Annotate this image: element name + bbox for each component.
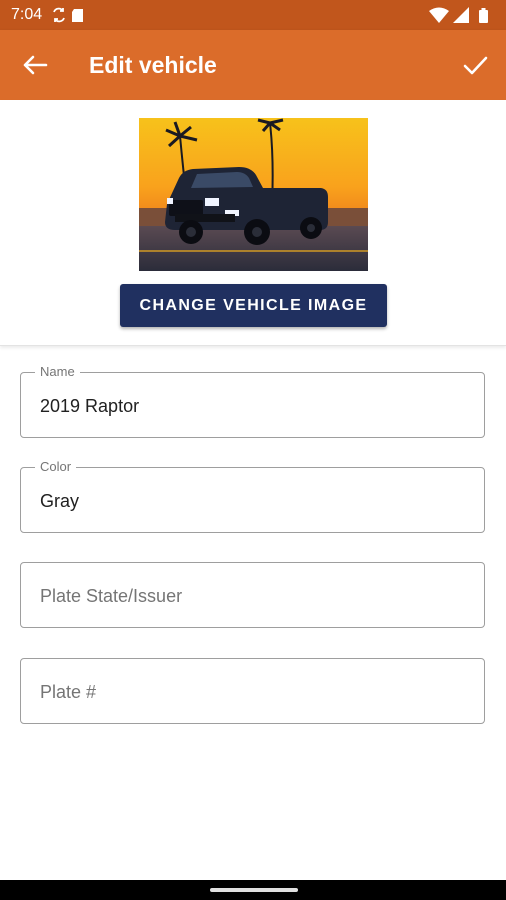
battery-icon <box>479 8 488 23</box>
navigation-bar <box>0 880 506 900</box>
app-bar: Edit vehicle <box>0 30 506 100</box>
home-indicator[interactable] <box>210 888 298 892</box>
sync-icon <box>53 7 65 23</box>
status-time: 7:04 <box>11 6 43 23</box>
plate-state-placeholder: Plate State/Issuer <box>40 586 183 606</box>
name-field-value: 2019 Raptor <box>40 396 140 416</box>
color-field-value: Gray <box>40 491 80 511</box>
status-right-icons <box>428 7 496 29</box>
edit-vehicle-screen: 7:04 Edit vehicle CHANGE VEHICLE IMAGE N… <box>0 0 506 900</box>
plate-state-field[interactable]: Plate State/Issuer <box>20 562 485 628</box>
sd-card-icon <box>72 9 83 22</box>
page-title: Edit vehicle <box>89 52 217 78</box>
arrow-back-icon <box>23 55 48 75</box>
vehicle-image <box>139 118 368 271</box>
name-field-label: Name <box>35 364 80 380</box>
status-bar: 7:04 <box>0 0 506 30</box>
wifi-icon <box>429 7 449 23</box>
status-left-icons <box>52 7 86 28</box>
checkmark-icon <box>463 56 488 75</box>
color-field[interactable]: Color Gray <box>20 459 485 533</box>
change-vehicle-image-button[interactable]: CHANGE VEHICLE IMAGE <box>120 284 387 327</box>
plate-number-field[interactable]: Plate # <box>20 658 485 724</box>
color-field-label: Color <box>35 459 77 475</box>
cell-signal-icon <box>453 7 469 23</box>
save-button[interactable] <box>452 42 498 88</box>
name-field[interactable]: Name 2019 Raptor <box>20 364 485 438</box>
plate-number-placeholder: Plate # <box>40 682 97 702</box>
back-button[interactable] <box>12 42 58 88</box>
vehicle-image-section: CHANGE VEHICLE IMAGE <box>0 100 506 346</box>
